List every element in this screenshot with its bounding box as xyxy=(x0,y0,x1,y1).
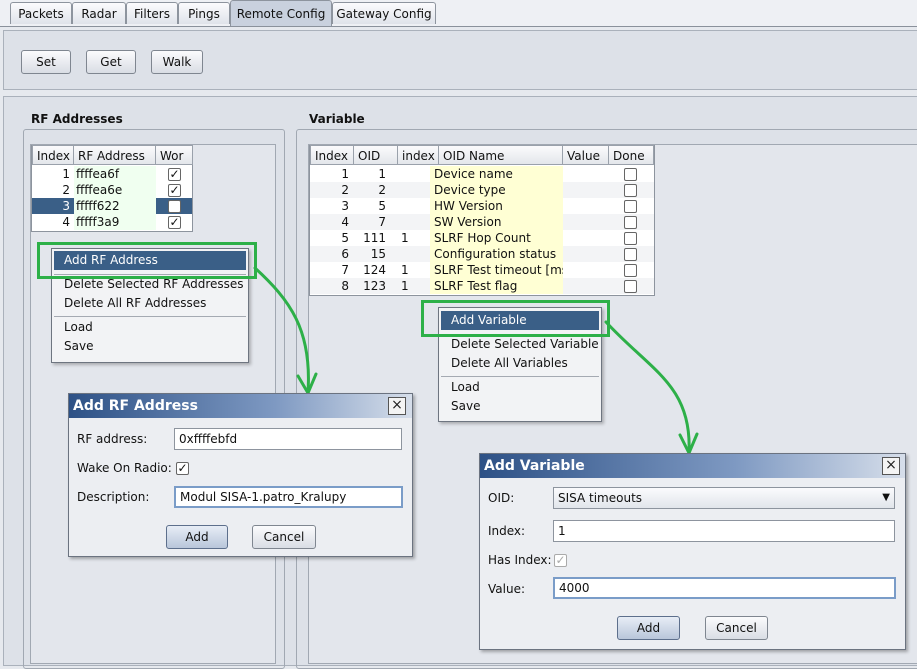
index-input[interactable]: 1 xyxy=(553,520,895,542)
add-variable-dialog: Add Variable × OID: SISA timeouts ▼ Inde… xyxy=(479,453,906,650)
description-input[interactable]: Modul SISA-1.patro_Kralupy xyxy=(174,486,403,508)
rf-address-input[interactable]: 0xffffebfd xyxy=(174,428,402,450)
oid-select[interactable]: SISA timeouts ▼ xyxy=(553,487,895,509)
oid-label: OID: xyxy=(488,491,515,505)
close-icon[interactable]: × xyxy=(388,397,406,415)
arrow-to-rf-dialog xyxy=(253,266,310,394)
index-label: Index: xyxy=(488,524,526,538)
arrow-to-variable-dialog xyxy=(604,320,691,454)
cancel-button[interactable]: Cancel xyxy=(252,525,316,549)
dialog-title: Add RF Address xyxy=(69,394,412,418)
rf-address-label: RF address: xyxy=(77,432,148,446)
add-rf-address-dialog: Add RF Address × RF address: 0xffffebfd … xyxy=(68,393,413,557)
dialog-title: Add Variable xyxy=(480,454,905,478)
wake-on-radio-checkbox[interactable]: ✓ xyxy=(176,462,189,475)
description-label: Description: xyxy=(77,490,150,504)
has-index-label: Has Index: xyxy=(488,553,552,567)
cancel-button[interactable]: Cancel xyxy=(705,616,768,640)
value-input[interactable]: 4000 xyxy=(553,577,896,599)
close-icon[interactable]: × xyxy=(882,457,900,475)
add-button[interactable]: Add xyxy=(166,525,228,549)
value-label: Value: xyxy=(488,582,525,596)
wake-on-radio-label: Wake On Radio: xyxy=(77,461,172,475)
add-button[interactable]: Add xyxy=(617,616,680,640)
has-index-checkbox: ✓ xyxy=(554,553,567,567)
chevron-down-icon: ▼ xyxy=(882,492,890,503)
oid-select-value: SISA timeouts xyxy=(558,491,643,505)
